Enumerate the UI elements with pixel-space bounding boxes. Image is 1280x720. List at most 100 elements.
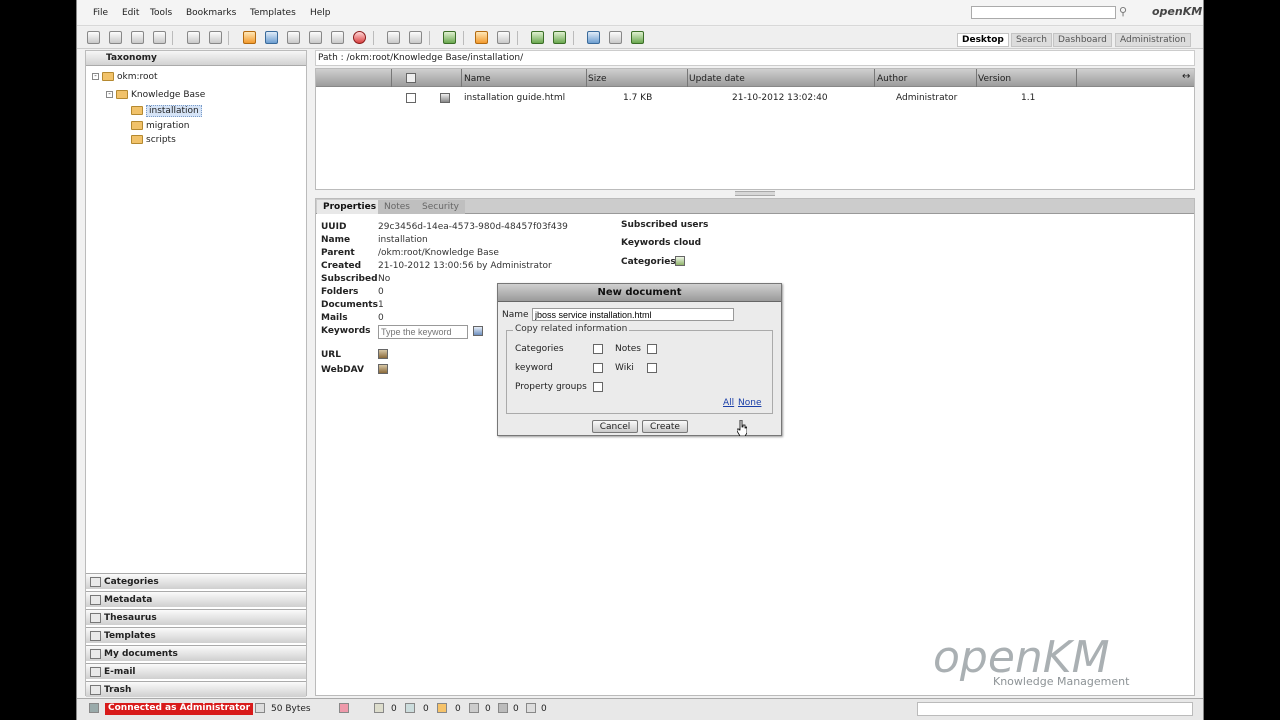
menu-tools[interactable]: Tools xyxy=(150,8,172,18)
col-size[interactable]: Size xyxy=(588,74,606,84)
folder-icon xyxy=(131,135,143,144)
checkout-icon[interactable] xyxy=(405,703,415,713)
select-all-icon[interactable] xyxy=(406,73,416,83)
url-icon[interactable] xyxy=(378,349,388,359)
menu-templates[interactable]: Templates xyxy=(250,8,296,18)
unlock-icon[interactable] xyxy=(209,31,222,44)
create-button[interactable]: Create xyxy=(642,420,688,433)
document-name-input[interactable] xyxy=(532,308,734,321)
tree-icon[interactable] xyxy=(87,31,100,44)
webdav-icon[interactable] xyxy=(378,364,388,374)
subscription-count: 0 xyxy=(455,704,461,714)
categories-label: Categories xyxy=(621,257,676,267)
categories-checkbox[interactable] xyxy=(593,344,603,354)
taxonomy-header[interactable]: Taxonomy xyxy=(86,51,306,66)
menu-bookmarks[interactable]: Bookmarks xyxy=(186,8,236,18)
search-icon[interactable]: ⚲ xyxy=(1119,5,1127,18)
splitter-handle[interactable] xyxy=(735,191,775,196)
col-update-date[interactable]: Update date xyxy=(689,74,745,84)
workflow-count: 0 xyxy=(513,704,519,714)
stack-trash[interactable]: Trash xyxy=(86,681,306,697)
user-info-icon[interactable] xyxy=(339,703,349,713)
thesaurus-icon xyxy=(90,613,101,623)
move-icon[interactable] xyxy=(409,31,422,44)
cell-name[interactable]: installation guide.html xyxy=(464,93,565,103)
tab-properties[interactable]: Properties xyxy=(317,200,383,214)
tree-root[interactable]: - okm:root xyxy=(92,72,158,82)
menu-help[interactable]: Help xyxy=(310,8,331,18)
tree-knowledge-base[interactable]: - Knowledge Base xyxy=(106,90,205,100)
cancel-button[interactable]: Cancel xyxy=(592,420,638,433)
add-category-icon[interactable] xyxy=(675,256,685,266)
col-name[interactable]: Name xyxy=(464,74,491,84)
tree-item-scripts[interactable]: scripts xyxy=(131,135,176,145)
download-icon[interactable] xyxy=(587,31,600,44)
collapse-icon[interactable]: - xyxy=(106,91,113,98)
collapse-icon[interactable]: - xyxy=(92,73,99,80)
col-version[interactable]: Version xyxy=(978,74,1011,84)
select-all-link[interactable]: All xyxy=(723,398,734,408)
stack-my-documents[interactable]: My documents xyxy=(86,645,306,661)
home-page-icon[interactable] xyxy=(497,31,510,44)
stack-email[interactable]: E-mail xyxy=(86,663,306,679)
path-bar: Path : /okm:root/Knowledge Base/installa… xyxy=(315,50,1195,66)
document-edit-icon[interactable] xyxy=(131,31,144,44)
checkout-icon[interactable] xyxy=(287,31,300,44)
copy-icon[interactable] xyxy=(387,31,400,44)
subscription-icon[interactable] xyxy=(437,703,447,713)
tree-item-installation[interactable]: installation xyxy=(131,105,202,117)
workflow-icon[interactable] xyxy=(498,703,508,713)
delete-icon[interactable] xyxy=(353,31,366,44)
stack-metadata[interactable]: Metadata xyxy=(86,591,306,607)
folder-icon xyxy=(116,90,128,99)
openkm-window: File Edit Tools Bookmarks Templates Help… xyxy=(76,0,1204,720)
add-folder-icon[interactable] xyxy=(243,31,256,44)
print-icon[interactable] xyxy=(609,31,622,44)
keyword-checkbox[interactable] xyxy=(593,363,603,373)
expand-icon[interactable]: ↔ xyxy=(1182,71,1190,82)
add-document-icon[interactable] xyxy=(265,31,278,44)
file-browser: Name Size Update date Author Version ↔ i… xyxy=(315,68,1195,190)
tab-administration[interactable]: Administration xyxy=(1115,33,1191,47)
settings-gear-icon[interactable] xyxy=(443,31,456,44)
export-icon[interactable] xyxy=(631,31,644,44)
news-icon[interactable] xyxy=(469,703,479,713)
tree-item-migration[interactable]: migration xyxy=(131,121,189,131)
subscribed-value: No xyxy=(378,274,391,284)
thesaurus-icon[interactable] xyxy=(473,326,483,336)
menu-file[interactable]: File xyxy=(93,8,108,18)
tab-search[interactable]: Search xyxy=(1011,33,1052,47)
locked-icon[interactable] xyxy=(374,703,384,713)
col-author[interactable]: Author xyxy=(877,74,907,84)
checkin-icon[interactable] xyxy=(309,31,322,44)
refresh-icon[interactable] xyxy=(531,31,544,44)
keyword-input[interactable] xyxy=(378,325,468,339)
notes-checkbox[interactable] xyxy=(647,344,657,354)
property-groups-checkbox[interactable] xyxy=(593,382,603,392)
menubar: File Edit Tools Bookmarks Templates Help… xyxy=(77,0,1203,26)
document-lock-icon[interactable] xyxy=(153,31,166,44)
stack-templates[interactable]: Templates xyxy=(86,627,306,643)
templates-icon xyxy=(90,631,101,641)
cancel-checkout-icon[interactable] xyxy=(331,31,344,44)
checkout-count: 0 xyxy=(423,704,429,714)
dialog-title[interactable]: New document xyxy=(498,284,781,302)
lock-icon[interactable] xyxy=(187,31,200,44)
quick-search-input[interactable] xyxy=(971,6,1116,19)
stack-categories[interactable]: Categories xyxy=(86,573,306,589)
row-checkbox[interactable] xyxy=(406,93,416,103)
tab-desktop[interactable]: Desktop xyxy=(957,33,1009,47)
menu-edit[interactable]: Edit xyxy=(122,8,139,18)
created-label: Created xyxy=(321,261,362,271)
wiki-checkbox[interactable] xyxy=(647,363,657,373)
bookmark-icon[interactable] xyxy=(475,31,488,44)
tab-dashboard[interactable]: Dashboard xyxy=(1053,33,1112,47)
categories-option-label: Categories xyxy=(515,344,564,354)
messages-icon[interactable] xyxy=(526,703,536,713)
document-icon[interactable] xyxy=(109,31,122,44)
home-icon[interactable] xyxy=(553,31,566,44)
tab-security[interactable]: Security xyxy=(416,200,465,214)
select-none-link[interactable]: None xyxy=(738,398,761,408)
tab-notes[interactable]: Notes xyxy=(378,200,416,214)
stack-thesaurus[interactable]: Thesaurus xyxy=(86,609,306,625)
